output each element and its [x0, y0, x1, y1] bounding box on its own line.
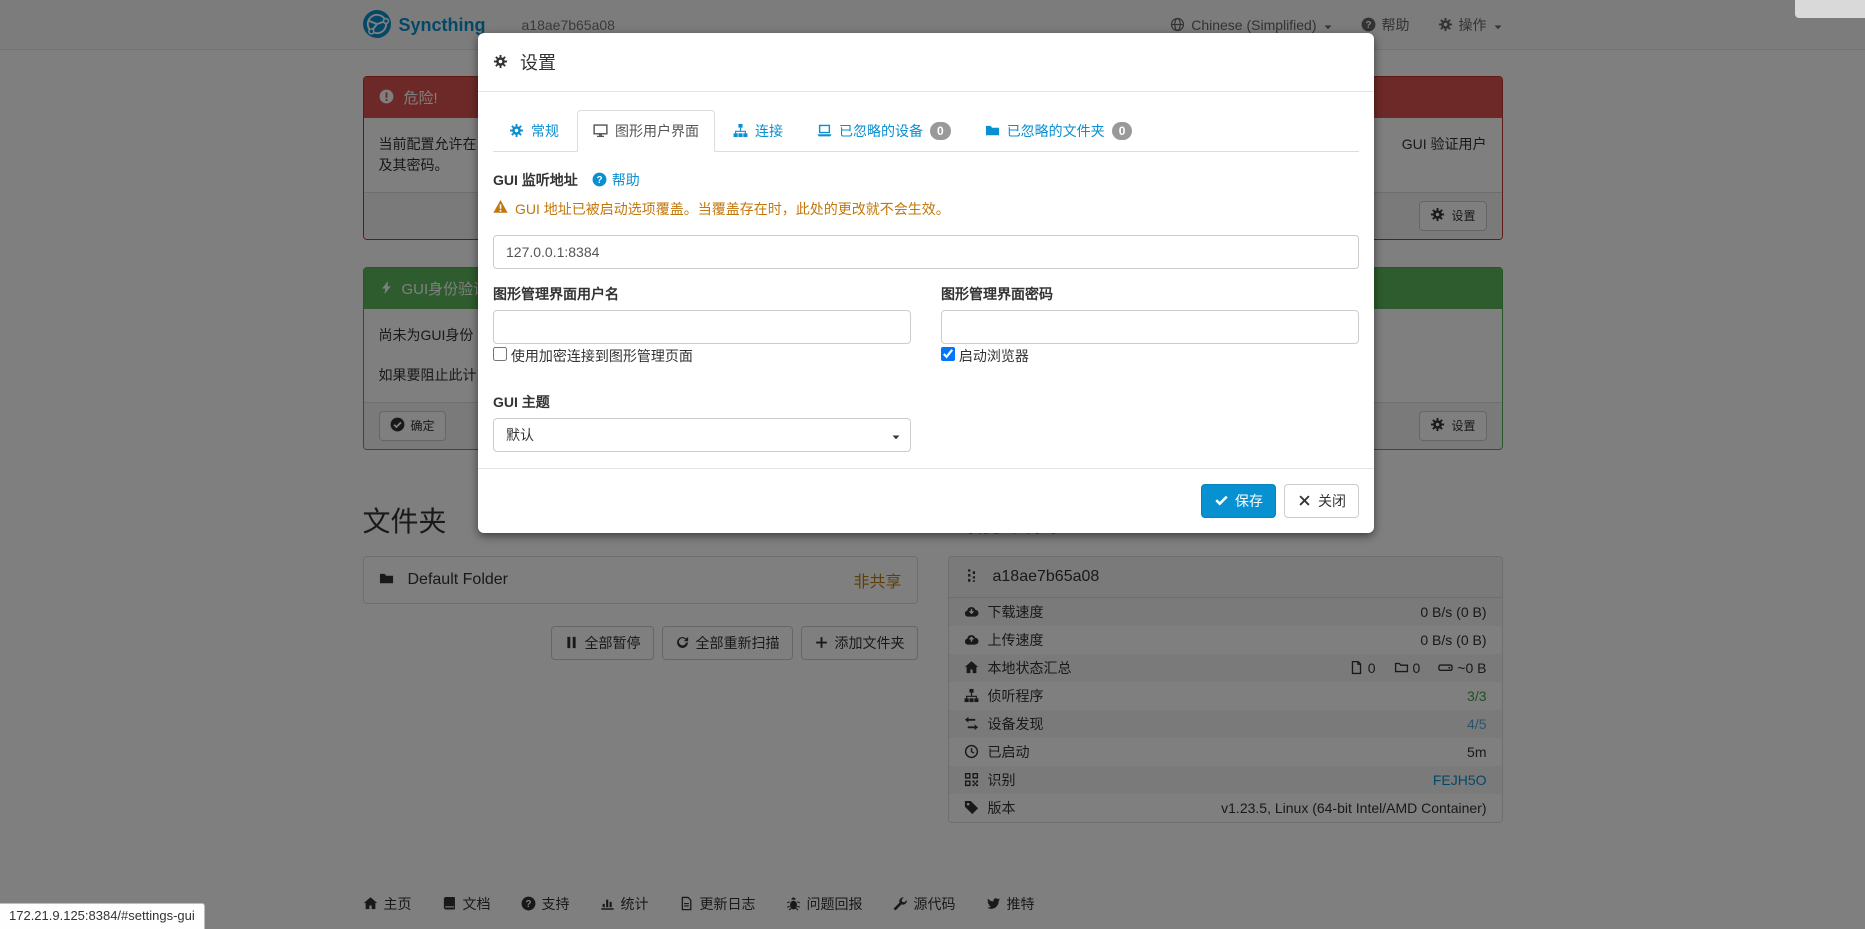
gui-listen-address-input[interactable]: [493, 235, 1359, 269]
browser-corner-artifact: [1795, 0, 1865, 18]
gui-address-override-warning: GUI 地址已被启动选项覆盖。当覆盖存在时，此处的更改就不会生效。: [493, 199, 1359, 219]
save-button[interactable]: 保存: [1201, 484, 1276, 518]
tab-connections[interactable]: 连接: [717, 110, 799, 152]
question-circle-icon: ?: [592, 172, 607, 188]
gear-icon: [493, 52, 508, 72]
tab-ignored-folders[interactable]: 已忽略的文件夹 0: [969, 110, 1149, 152]
use-https-checkbox-label: 使用加密连接到图形管理页面: [493, 346, 911, 366]
gui-listen-help-link[interactable]: ? 帮助: [592, 170, 640, 190]
start-browser-checkbox[interactable]: [941, 347, 955, 361]
gui-listen-address-label: GUI 监听地址: [493, 170, 578, 190]
settings-modal-body: 常规 图形用户界面 连接 已忽略的设备 0 已忽略的文件夹 0 GUI: [478, 92, 1374, 468]
gui-theme-label: GUI 主题: [493, 392, 1359, 412]
gui-username-label: 图形管理界面用户名: [493, 284, 911, 304]
gui-password-label: 图形管理界面密码: [941, 284, 1359, 304]
tab-gui[interactable]: 图形用户界面: [577, 110, 715, 152]
close-icon: [1297, 491, 1312, 511]
ignored-folders-badge: 0: [1112, 122, 1133, 140]
gui-password-input[interactable]: [941, 310, 1359, 344]
folder-icon: [985, 123, 1000, 139]
settings-modal: 设置 常规 图形用户界面 连接 已忽略的设备 0 已忽略的文件夹: [478, 33, 1374, 533]
close-button[interactable]: 关闭: [1284, 484, 1359, 518]
start-browser-checkbox-label: 启动浏览器: [941, 346, 1359, 366]
gui-username-input[interactable]: [493, 310, 911, 344]
settings-modal-footer: 保存 关闭: [478, 468, 1374, 533]
gear-icon: [509, 123, 524, 139]
tab-ignored-devices[interactable]: 已忽略的设备 0: [801, 110, 967, 152]
settings-tabs: 常规 图形用户界面 连接 已忽略的设备 0 已忽略的文件夹 0: [493, 110, 1359, 152]
status-url-tooltip: 172.21.9.125:8384/#settings-gui: [0, 903, 205, 929]
gui-theme-select[interactable]: 默认: [493, 418, 911, 452]
check-icon: [1214, 491, 1229, 511]
sitemap-icon: [733, 123, 748, 139]
settings-modal-header: 设置: [478, 33, 1374, 92]
use-https-checkbox[interactable]: [493, 347, 507, 361]
settings-modal-title: 设置: [520, 49, 556, 75]
monitor-icon: [593, 123, 608, 139]
laptop-icon: [817, 123, 832, 139]
tab-general[interactable]: 常规: [493, 110, 575, 152]
warning-triangle-icon: [493, 199, 508, 215]
ignored-devices-badge: 0: [930, 122, 951, 140]
svg-text:?: ?: [596, 175, 602, 186]
